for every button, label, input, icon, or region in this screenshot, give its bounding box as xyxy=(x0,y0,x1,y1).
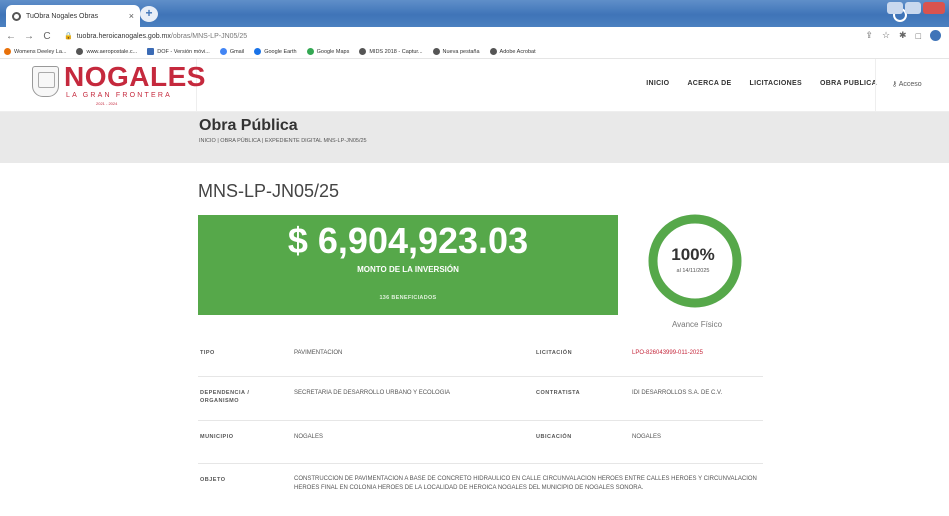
forward-icon[interactable]: → xyxy=(22,31,36,42)
nav-acerca-de[interactable]: ACERCA DE xyxy=(687,80,731,87)
bookmark-item[interactable]: Gmail xyxy=(219,48,245,55)
site-logo[interactable]: NOGALES LA GRAN FRONTERA 2021 - 2024 xyxy=(0,59,205,112)
detail-label: MUNICIPIO xyxy=(200,434,234,440)
investment-amount: $ 6,904,923.03 xyxy=(287,220,529,261)
bookmark-icon xyxy=(147,48,155,55)
profile-icon[interactable] xyxy=(930,30,941,41)
google-icon xyxy=(219,48,227,55)
detail-value: SECRETARIA DE DESARROLLO URBANO Y ECOLOG… xyxy=(294,390,451,396)
detail-row: OBJETO CONSTRUCCION DE PAVIMENTACION A B… xyxy=(198,464,763,510)
bookmark-item[interactable]: MIDS 2018 - Captur... xyxy=(359,48,423,55)
page-title: Obra Pública xyxy=(199,117,298,134)
bookmark-label: Womens Deeley La... xyxy=(14,48,67,55)
bookmark-item[interactable]: Adobe Acrobat xyxy=(489,48,536,55)
logo-tagline: LA GRAN FRONTERA xyxy=(66,92,172,99)
browser-tabstrip: TuObra Nogales Obras × + xyxy=(0,0,949,27)
globe-icon xyxy=(12,11,21,21)
bookmark-item[interactable]: Nueva pestaña xyxy=(432,48,480,55)
bookmark-label: DOF - Versión móvi... xyxy=(157,48,210,55)
map-pin-icon xyxy=(306,48,314,55)
bookmark-label: Google Earth xyxy=(264,48,297,55)
beneficiaries: 136 BENEFICIADOS xyxy=(379,295,437,301)
reload-icon[interactable]: C xyxy=(40,31,54,42)
tab-title: TuObra Nogales Obras xyxy=(26,12,99,20)
globe-icon xyxy=(359,48,367,55)
detail-row: MUNICIPIO NOGALES UBICACIÓN NOGALES xyxy=(198,421,763,464)
detail-value: CONSTRUCCION DE PAVIMENTACION A BASE DE … xyxy=(294,476,757,491)
nav-obra-publica[interactable]: OBRA PUBLICA xyxy=(820,80,877,87)
logo-years: 2021 - 2024 xyxy=(96,101,118,106)
bookmark-label: Gmail xyxy=(229,48,245,55)
nav-licitaciones[interactable]: LICITACIONES xyxy=(750,80,802,87)
bookmark-label: MIDS 2018 - Captur... xyxy=(369,48,423,55)
nav-inicio[interactable]: INICIO xyxy=(646,80,669,87)
url-host: tuobra.heroicanogales.gob.mx xyxy=(76,32,171,40)
close-window-button[interactable] xyxy=(923,2,945,14)
detail-value: PAVIMENTACION xyxy=(294,350,343,356)
bookmark-label: Nueva pestaña xyxy=(442,48,480,55)
globe-icon xyxy=(489,48,497,55)
bookmark-icon xyxy=(4,48,11,55)
detail-label: CONTRATISTA xyxy=(536,390,581,396)
address-bar[interactable]: tuobra.heroicanogales.gob.mx/obras/MNS-L… xyxy=(77,33,247,40)
extensions-icon[interactable]: ✱ xyxy=(899,30,907,41)
bookmark-item[interactable]: www.aeropostale.c... xyxy=(76,48,137,55)
back-icon[interactable]: ← xyxy=(4,31,18,42)
page-title-band: Obra Pública INICIO | OBRA PÚBLICA | EXP… xyxy=(0,112,949,163)
access-link[interactable]: ⚷ Acceso xyxy=(892,80,922,88)
lock-icon: 🔒 xyxy=(64,33,73,40)
site-header: NOGALES LA GRAN FRONTERA 2021 - 2024 INI… xyxy=(0,59,949,112)
bookmark-label: www.aeropostale.c... xyxy=(86,48,138,55)
detail-value: IDI DESARROLLOS S.A. DE C.V. xyxy=(632,390,723,396)
detail-label: UBICACIÓN xyxy=(536,434,572,440)
divider xyxy=(875,59,876,112)
detail-label: TIPO xyxy=(200,350,215,356)
municipal-seal-icon xyxy=(32,66,59,97)
licitacion-link[interactable]: LPO-826043999-011-2025 xyxy=(632,349,703,358)
share-icon[interactable]: ⇪ xyxy=(865,30,873,41)
project-code: MNS-LP-JN05/25 xyxy=(198,181,340,201)
detail-row: DEPENDENCIA / ORGANISMO SECRETARIA DE DE… xyxy=(198,377,763,421)
access-label: Acceso xyxy=(898,81,922,88)
bookmark-label: Google Maps xyxy=(316,48,350,55)
main-nav: INICIO ACERCA DE LICITACIONES OBRA PUBLI… xyxy=(646,80,877,87)
progress-date: al 14/11/2025 xyxy=(676,268,710,274)
bookmark-item[interactable]: Google Maps xyxy=(306,48,350,55)
bookmark-item[interactable]: DOF - Versión móvi... xyxy=(147,48,210,55)
progress-ring: 100% al 14/11/2025 Avance Físico xyxy=(645,213,745,329)
new-tab-button[interactable]: + xyxy=(140,6,158,22)
bookmark-item[interactable]: Google Earth xyxy=(254,48,297,55)
bookmark-label: Adobe Acrobat xyxy=(499,48,536,55)
minimize-button[interactable] xyxy=(887,2,903,14)
globe-icon xyxy=(76,48,84,55)
bookmark-item[interactable]: Womens Deeley La... xyxy=(4,48,66,55)
detail-label: OBJETO xyxy=(200,477,226,483)
detail-label: LICITACIÓN xyxy=(536,350,573,356)
browser-toolbar: ← → C 🔒 tuobra.heroicanogales.gob.mx/obr… xyxy=(0,27,949,45)
investment-card: $ 6,904,923.03 MONTO DE LA INVERSIÓN 136… xyxy=(198,215,618,315)
window-controls xyxy=(887,2,945,14)
browser-tab[interactable]: TuObra Nogales Obras × xyxy=(6,5,140,27)
detail-label: DEPENDENCIA / ORGANISMO xyxy=(200,390,250,404)
maximize-button[interactable] xyxy=(905,2,921,14)
url-path: /obras/MNS-LP-JN05/25 xyxy=(170,32,248,40)
key-icon: ⚷ xyxy=(892,81,898,88)
breadcrumb: INICIO | OBRA PÚBLICA | EXPEDIENTE DIGIT… xyxy=(199,138,367,144)
investment-label: MONTO DE LA INVERSIÓN xyxy=(357,265,459,274)
close-tab-icon[interactable]: × xyxy=(129,11,134,21)
google-earth-icon xyxy=(254,48,262,55)
star-icon[interactable]: ☆ xyxy=(882,30,890,41)
logo-name: NOGALES xyxy=(64,61,206,92)
bookmarks-bar: Womens Deeley La... www.aeropostale.c...… xyxy=(0,45,949,59)
toolbar-actions: ⇪ ☆ ✱ □ xyxy=(865,30,941,41)
detail-row: TIPO PAVIMENTACION LICITACIÓN LPO-826043… xyxy=(198,339,763,377)
progress-percent: 100% xyxy=(671,245,715,264)
sidepanel-icon[interactable]: □ xyxy=(916,31,921,41)
detail-value: NOGALES xyxy=(294,434,324,440)
detail-value: NOGALES xyxy=(632,434,662,440)
progress-label: Avance Físico xyxy=(671,320,723,329)
globe-icon xyxy=(432,48,440,55)
